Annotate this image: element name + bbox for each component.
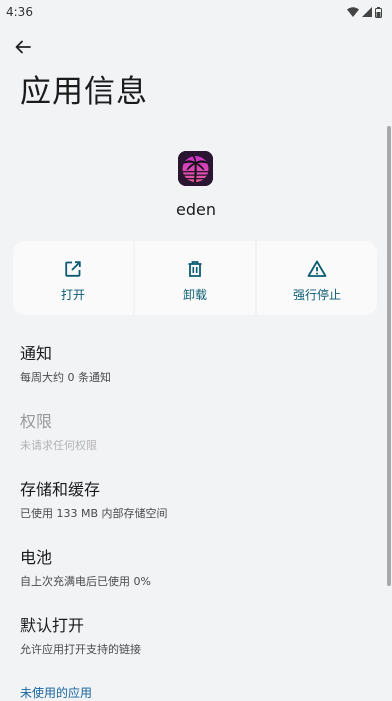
status-icons [347,6,382,18]
item-title: 电池 [20,548,53,567]
open-external-icon [65,261,81,277]
item-subtitle: 已使用 133 MB 内部存储空间 [20,507,168,520]
item-subtitle: 允许应用打开支持的链接 [20,643,141,656]
uninstall-button[interactable]: 卸载 [135,241,255,315]
item-subtitle: 每周大约 0 条通知 [20,371,111,384]
action-bar: 打开 卸载 强行停止 [13,241,377,315]
item-subtitle: 未请求任何权限 [20,439,97,452]
storage-cache-item[interactable]: 存储和缓存 已使用 133 MB 内部存储空间 [20,476,370,521]
force-stop-button[interactable]: 强行停止 [257,241,377,315]
uninstall-label: 卸载 [182,288,207,302]
back-button[interactable] [10,34,36,60]
item-title: 权限 [20,412,53,431]
battery-icon [375,6,382,18]
item-subtitle: 自上次充满电后已使用 0% [20,575,151,588]
permissions-item: 权限 未请求任何权限 [20,408,370,453]
warning-icon [307,260,327,277]
status-time: 4:36 [6,5,33,19]
status-bar: 4:36 [0,0,392,24]
item-title: 默认打开 [20,616,85,635]
item-title: 存储和缓存 [20,480,101,499]
force-stop-label: 强行停止 [292,288,341,302]
palm-tree-app-icon [178,151,213,186]
app-name: eden [176,200,216,219]
trash-icon [188,261,202,277]
battery-item[interactable]: 电池 自上次充满电后已使用 0% [20,544,370,589]
wifi-icon [347,7,359,17]
signal-icon [362,7,372,17]
arrow-left-icon [15,40,31,54]
open-label: 打开 [60,288,85,302]
open-button[interactable]: 打开 [13,241,133,315]
scrollbar[interactable] [387,126,391,586]
notifications-item[interactable]: 通知 每周大约 0 条通知 [20,340,370,385]
open-by-default-item[interactable]: 默认打开 允许应用打开支持的链接 [20,612,370,657]
app-icon [178,151,213,186]
page-title: 应用信息 [20,74,148,110]
unused-apps-section-header: 未使用的应用 [20,686,93,700]
item-title: 通知 [20,344,53,363]
